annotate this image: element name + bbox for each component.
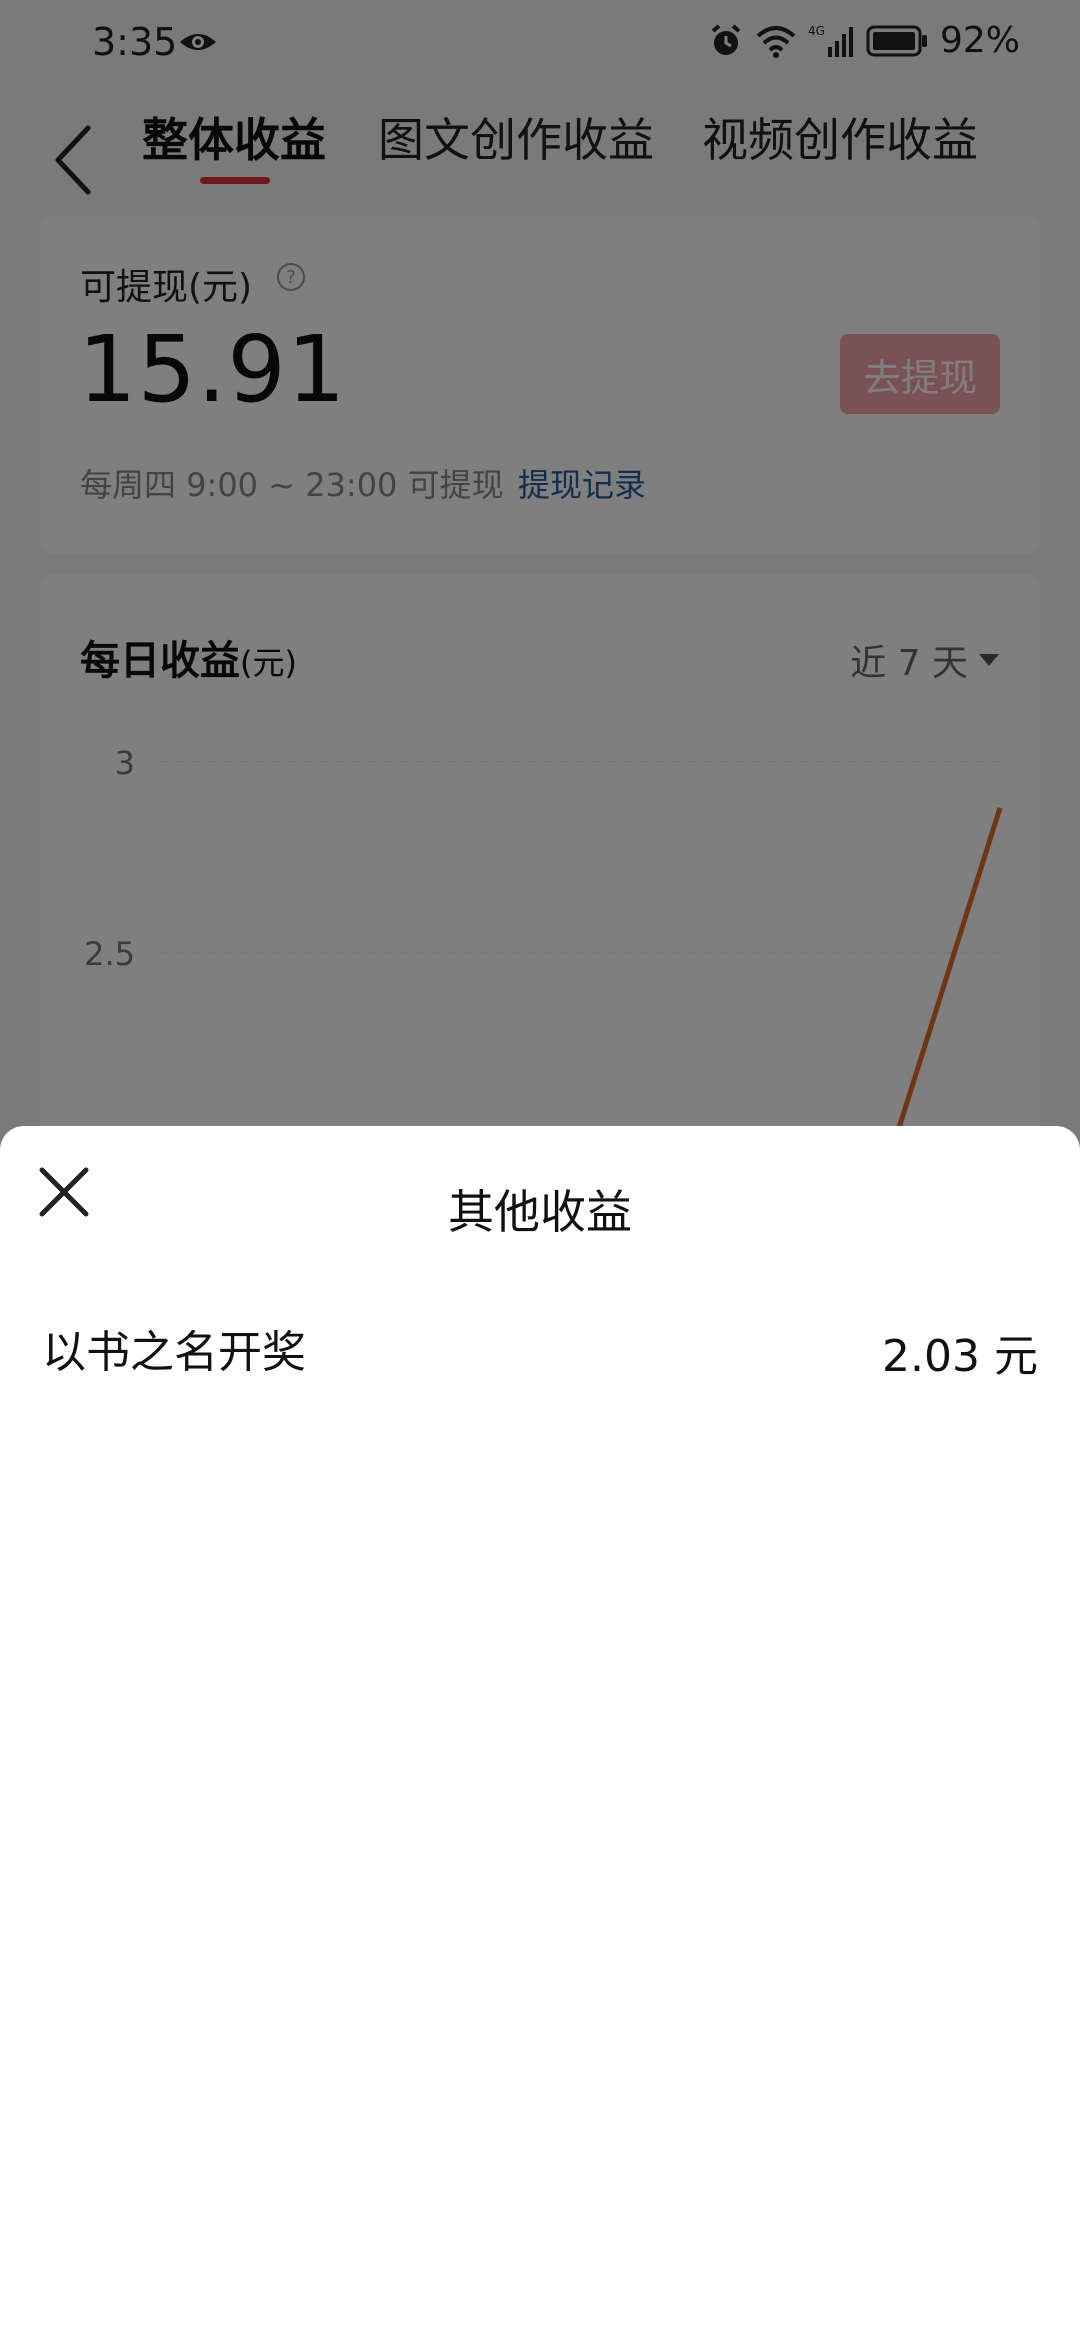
earning-item-label: 以书之名开奖	[42, 1327, 306, 1378]
earning-item-value: 2.03 元	[882, 1331, 1038, 1382]
sheet-title: 其他收益	[448, 1185, 632, 1239]
other-earnings-sheet: 其他收益 以书之名开奖 2.03 元	[0, 1126, 1080, 2340]
list-item: 以书之名开奖 2.03 元	[0, 1316, 1080, 1386]
